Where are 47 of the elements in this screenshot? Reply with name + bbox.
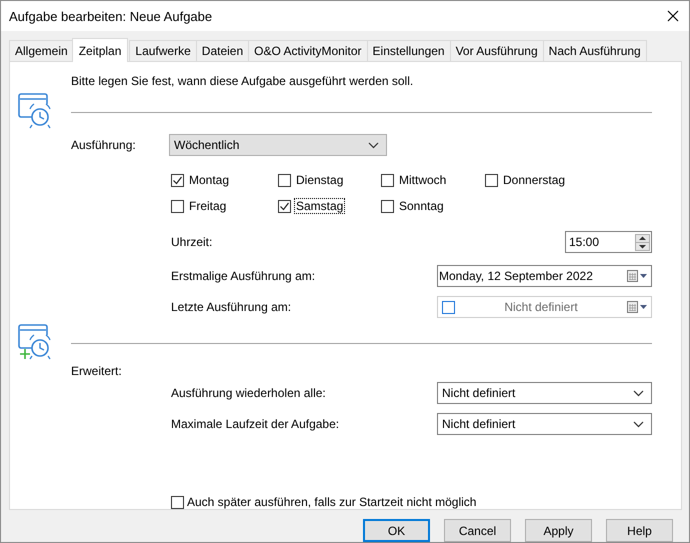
field-label: Maximale Laufzeit der Aufgabe: [171, 417, 340, 431]
field-label: Erstmalige Ausführung am: [171, 269, 316, 283]
checkbox-label[interactable]: Donnerstag [501, 172, 568, 188]
alarm-clock-icon [18, 93, 52, 129]
dropdown[interactable]: Nicht definiert [437, 413, 652, 435]
field-label: Uhrzeit: [171, 235, 212, 249]
checkbox[interactable] [381, 200, 394, 212]
checkbox[interactable] [278, 200, 291, 212]
checkbox[interactable] [381, 174, 394, 186]
checkbox-label[interactable]: Samstag [294, 198, 346, 214]
chevron-down-icon [633, 390, 644, 396]
checkbox[interactable] [485, 174, 498, 186]
dialog-button[interactable]: OK [363, 519, 430, 542]
tab[interactable]: Nach Ausführung [542, 40, 647, 61]
spin-arrows-icon[interactable] [635, 234, 650, 250]
field-label: Ausführung: [71, 138, 137, 152]
chevron-down-icon [633, 420, 644, 428]
checkbox-label[interactable]: Montag [187, 172, 232, 188]
calendar-icon [627, 301, 649, 313]
dialog-button[interactable]: Cancel [444, 519, 511, 542]
checkbox-label[interactable]: Dienstag [294, 172, 346, 188]
calendar-icon [627, 270, 649, 282]
field-label: Ausführung wiederholen alle: [171, 386, 326, 400]
checkbox[interactable] [171, 200, 184, 212]
tab[interactable]: Allgemein [9, 40, 74, 61]
checkbox-label[interactable]: Sonntag [397, 198, 446, 214]
section-label: Erweitert: [71, 364, 122, 378]
tab[interactable]: Zeitplan [72, 38, 128, 62]
checkbox-label[interactable]: Auch später ausführen, falls zur Startzeit nicht möglich [187, 495, 476, 509]
field-label: Letzte Ausführung am: [171, 300, 292, 314]
window-title: Aufgabe bearbeiten: Neue Aufgabe [9, 8, 212, 24]
time-field[interactable]: 15:00 [565, 231, 652, 253]
tab[interactable]: Laufwerke [129, 40, 197, 61]
dialog-button[interactable]: Apply [525, 519, 592, 542]
add-alarm-clock-icon [18, 324, 52, 360]
execution-dropdown[interactable]: Wöchentlich [169, 134, 387, 156]
checkbox[interactable] [171, 496, 184, 508]
dropdown[interactable]: Nicht definiert [437, 382, 652, 404]
date-field[interactable]: Monday, 12 September 2022 [437, 265, 652, 287]
checkbox-label[interactable]: Freitag [187, 198, 228, 214]
intro-text: Bitte legen Sie fest, wann diese Aufgabe ausgeführt werden soll. [71, 74, 414, 88]
checkbox-label[interactable]: Mittwoch [397, 172, 448, 188]
dialog-button[interactable]: Help [606, 519, 673, 542]
chevron-down-icon [368, 142, 379, 148]
checkbox[interactable] [278, 174, 291, 186]
checkbox[interactable] [171, 174, 184, 186]
close-icon[interactable] [667, 10, 679, 22]
